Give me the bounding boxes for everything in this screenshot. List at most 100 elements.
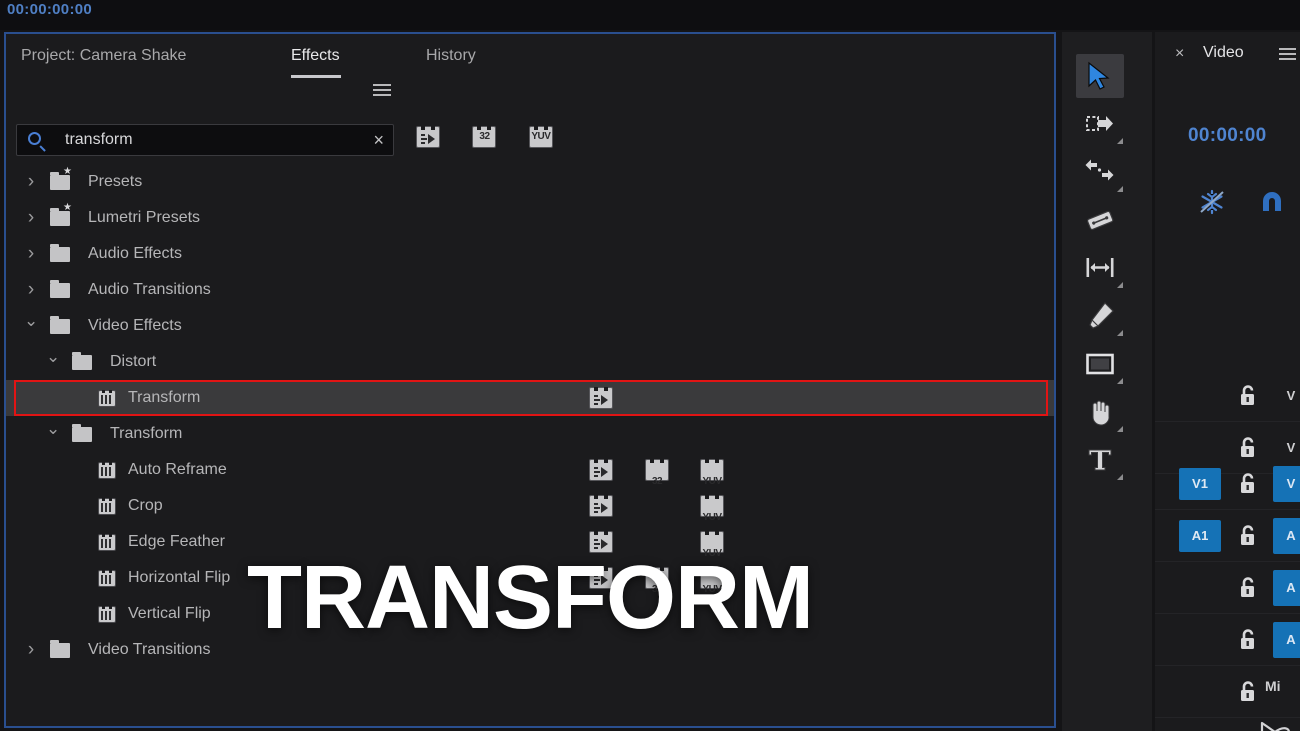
track-select-forward-tool[interactable] <box>1076 102 1124 146</box>
tree-row-label: Video Transitions <box>88 641 211 658</box>
accelerated-effect-badge <box>589 386 613 409</box>
tree-row-label: Horizontal Flip <box>128 569 231 586</box>
accelerated-effect-badge <box>589 494 613 517</box>
chevron-down-icon[interactable] <box>24 308 38 344</box>
folder-icon <box>50 640 70 658</box>
effect-film-icon <box>98 533 116 551</box>
effect-film-icon <box>98 389 116 407</box>
search-icon <box>28 132 41 145</box>
chevron-right-icon[interactable] <box>24 236 38 272</box>
selection-tool[interactable] <box>1076 54 1124 98</box>
track-target-button[interactable]: V <box>1273 466 1300 502</box>
hamburger-menu-icon[interactable] <box>373 84 391 97</box>
tool-flyout-corner-icon <box>1117 426 1123 432</box>
clear-search-icon[interactable]: × <box>373 130 384 150</box>
lock-icon[interactable] <box>1237 628 1259 657</box>
track-source-button[interactable]: A1 <box>1179 520 1221 552</box>
audio-routing-icon[interactable] <box>1259 717 1293 731</box>
tree-effect-row[interactable]: Auto Reframe 32 YUV <box>6 452 1054 488</box>
32-bit-color-filter-button[interactable]: 32 <box>472 125 497 148</box>
chevron-right-icon[interactable] <box>24 164 38 200</box>
tab-history[interactable]: History <box>426 47 476 65</box>
tree-effect-row[interactable]: Crop YUV <box>6 488 1054 524</box>
accelerated-effect-badge <box>589 458 613 481</box>
yuv-filter-button[interactable]: YUV <box>528 125 553 148</box>
tree-row-label: Presets <box>88 173 143 190</box>
rate-stretch-tool[interactable] <box>1076 246 1124 290</box>
program-timecode[interactable]: 00:00:00:00 <box>7 1 92 18</box>
tree-row-label: Auto Reframe <box>128 461 227 478</box>
tree-row-label: Transform <box>128 389 201 406</box>
close-icon[interactable]: × <box>1175 45 1184 63</box>
lock-icon[interactable] <box>1237 472 1259 501</box>
accelerated-effect-filter-button[interactable] <box>416 125 440 148</box>
snap-magnet-icon[interactable] <box>1257 187 1287 222</box>
linked-selection-icon[interactable] <box>1197 187 1227 222</box>
chevron-down-icon[interactable] <box>46 416 60 452</box>
track-source-button[interactable]: V1 <box>1179 468 1221 500</box>
tab-project[interactable]: Project: Camera Shake <box>21 47 186 65</box>
tree-row-label: Transform <box>110 425 183 442</box>
search-input[interactable]: transform × <box>16 124 394 156</box>
track-target-button[interactable]: A <box>1273 570 1300 606</box>
tool-flyout-corner-icon <box>1117 330 1123 336</box>
tree-row-label: Audio Effects <box>88 245 182 262</box>
timeline-panel: × Video 00:00:00 V V V1 V A1 A A A Mi <box>1155 32 1300 731</box>
tool-flyout-corner-icon <box>1117 474 1123 480</box>
track-header[interactable]: V1 V <box>1155 458 1300 510</box>
tree-row-label: Lumetri Presets <box>88 209 201 226</box>
lock-icon[interactable] <box>1237 576 1259 605</box>
pen-tool[interactable] <box>1076 294 1124 338</box>
folder-star-icon <box>50 167 72 190</box>
panel-tab-bar: Project: Camera Shake Effects History <box>6 34 1054 84</box>
lock-icon[interactable] <box>1237 680 1259 709</box>
chevron-right-icon[interactable] <box>24 632 38 668</box>
effect-film-icon <box>98 605 116 623</box>
tree-folder-row[interactable]: Lumetri Presets <box>6 200 1054 236</box>
tree-effect-row[interactable]: Transform <box>6 380 1054 416</box>
tree-folder-row[interactable]: Audio Effects <box>6 236 1054 272</box>
ripple-edit-tool[interactable] <box>1076 150 1124 194</box>
hand-tool[interactable] <box>1076 390 1124 434</box>
chevron-right-icon[interactable] <box>24 272 38 308</box>
tree-folder-row[interactable]: Distort <box>6 344 1054 380</box>
timeline-tab-label[interactable]: Video <box>1203 44 1244 62</box>
tool-flyout-corner-icon <box>1117 282 1123 288</box>
timeline-playhead-timecode[interactable]: 00:00:00 <box>1188 125 1266 147</box>
track-target-button[interactable]: A <box>1273 518 1300 554</box>
track-target-button[interactable]: V <box>1273 378 1300 414</box>
lock-icon[interactable] <box>1237 384 1259 413</box>
master-track-label: Mi <box>1265 678 1281 694</box>
overlay-title-text: TRANSFORM <box>247 548 814 648</box>
tree-folder-row[interactable]: Transform <box>6 416 1054 452</box>
tab-effects[interactable]: Effects <box>291 47 341 78</box>
lock-icon[interactable] <box>1237 524 1259 553</box>
tools-panel <box>1062 32 1152 731</box>
folder-icon <box>72 424 92 442</box>
premiere-pro-window: 00:00:00:00 Project: Camera Shake Effect… <box>0 0 1300 731</box>
tree-folder-row[interactable]: Audio Transitions <box>6 272 1054 308</box>
tool-flyout-corner-icon <box>1117 378 1123 384</box>
track-header[interactable]: A1 A <box>1155 510 1300 562</box>
tool-flyout-corner-icon <box>1117 138 1123 144</box>
yuv-badge: YUV <box>700 494 724 523</box>
tree-row-label: Audio Transitions <box>88 281 211 298</box>
master-track-header[interactable]: Mi <box>1155 666 1300 718</box>
track-target-button[interactable]: A <box>1273 622 1300 658</box>
chevron-right-icon[interactable] <box>24 200 38 236</box>
folder-icon <box>50 316 70 334</box>
tree-row-label: Crop <box>128 497 163 514</box>
filter-badge-row: 32 YUV <box>416 125 581 148</box>
effect-film-icon <box>98 461 116 479</box>
search-row: transform × 32 YUV <box>16 124 1048 156</box>
tree-folder-row[interactable]: Video Effects <box>6 308 1054 344</box>
chevron-down-icon[interactable] <box>46 344 60 380</box>
track-header[interactable]: V <box>1155 370 1300 422</box>
type-tool[interactable] <box>1076 438 1124 482</box>
track-header[interactable]: A <box>1155 562 1300 614</box>
track-header[interactable]: A <box>1155 614 1300 666</box>
rectangle-tool[interactable] <box>1076 342 1124 386</box>
tree-folder-row[interactable]: Presets <box>6 164 1054 200</box>
razor-tool[interactable] <box>1076 198 1124 242</box>
hamburger-menu-icon[interactable] <box>1279 48 1296 63</box>
